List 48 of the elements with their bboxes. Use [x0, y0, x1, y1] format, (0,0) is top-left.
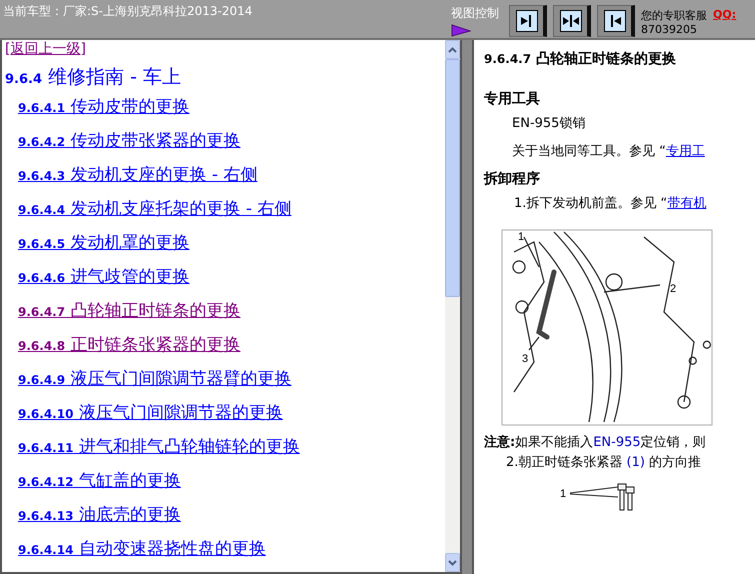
special-tools-link[interactable]: 专用工	[666, 144, 705, 159]
scroll-down-button[interactable]	[445, 553, 460, 572]
section-link[interactable]: 9.6.4.1 传动皮带的更换	[18, 94, 190, 121]
tool-name: EN-955锁销	[511, 115, 586, 132]
section-link[interactable]: 9.6.4.11 进气和排气凸轮轴链轮的更换	[18, 434, 300, 461]
tools-note: 关于当地同等工具。参见 “	[512, 144, 666, 159]
step-text: 1.拆下发动机前盖。参见 “	[514, 196, 668, 211]
chevron-down-icon	[448, 560, 457, 566]
tools-heading: 专用工具	[484, 90, 541, 108]
section-link[interactable]: 9.6.4.2 传动皮带张紧器的更换	[18, 128, 240, 155]
back-link[interactable]: [返回上一级]	[5, 40, 86, 58]
note-text: 注意:如果不能插入EN-955定位销，则	[484, 434, 707, 451]
view-layout-button[interactable]	[597, 5, 635, 37]
triangle-icon	[451, 24, 471, 37]
view-layout-button[interactable]	[509, 5, 547, 37]
bolt-drawing	[570, 484, 634, 510]
scrollbar-thumb[interactable]	[445, 59, 460, 297]
section-link[interactable]: 9.6.4.4 发动机支座托架的更换 - 右侧	[18, 196, 292, 223]
view-layout-button[interactable]	[553, 5, 591, 37]
vehicle-model-title: 当前车型：厂家:S-上海别克昂科拉2013-2014	[2, 3, 254, 20]
step-text: 2.朝正时链条张紧器 (1) 的方向推	[505, 454, 702, 471]
section-link[interactable]: 9.6.4.6 进气歧管的更换	[18, 264, 190, 291]
arrow-to-bar-icon	[516, 10, 538, 32]
section-link[interactable]: 9.6.4.3 发动机支座的更换 - 右侧	[18, 162, 258, 189]
section-link[interactable]: 9.6.4.10 液压气门间隙调节器的更换	[18, 400, 283, 427]
front-cover-link[interactable]: 带有机	[667, 196, 706, 211]
article-title: 9.6.4.7 凸轮轴正时链条的更换	[484, 50, 677, 68]
section-link[interactable]: 9.6.4.14 自动变速器挠性盘的更换	[18, 536, 266, 563]
chevron-up-icon	[448, 46, 457, 52]
callout-label: 2	[670, 283, 676, 295]
view-control-label: 视图控制	[451, 5, 500, 22]
section-link[interactable]: 9.6.4.9 液压气门间隙调节器臂的更换	[18, 366, 292, 393]
arrows-to-bar-icon	[560, 10, 582, 32]
callout-label: 1	[518, 231, 524, 243]
service-label: 您的专职客服	[641, 8, 707, 23]
callout-label: 1	[560, 488, 566, 500]
vertical-scrollbar[interactable]	[445, 40, 460, 572]
section-link[interactable]: 9.6.4.13 油底壳的更换	[18, 502, 181, 529]
section-link[interactable]: 9.6.4.7 凸轮轴正时链条的更换	[18, 298, 240, 325]
section-link[interactable]: 9.6.4.5 发动机罩的更换	[18, 230, 190, 257]
callout-label: 3	[522, 353, 528, 365]
section-link[interactable]: 9.6.4.12 气缸盖的更换	[18, 468, 181, 495]
scroll-up-button[interactable]	[445, 40, 460, 59]
removal-heading: 拆卸程序	[484, 170, 541, 188]
section-link[interactable]: 9.6.4.8 正时链条张紧器的更换	[18, 332, 240, 359]
section-heading: 9.6.4 维修指南 - 车上	[5, 65, 181, 90]
qq-number: 87039205	[641, 23, 698, 36]
arrow-to-bar-icon	[604, 10, 626, 32]
